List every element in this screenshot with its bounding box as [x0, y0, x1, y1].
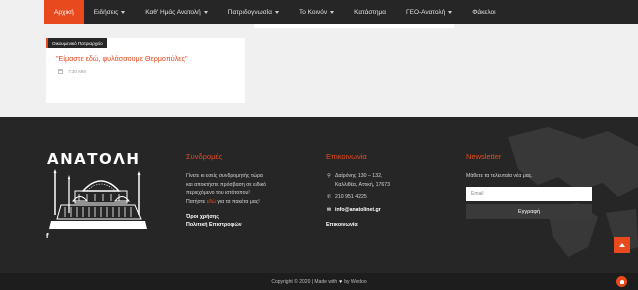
subscriptions-text: Γίνετε κι εσείς συνδρομητής τώρα και απο…	[186, 172, 266, 206]
nav-item-label: Αρχική	[54, 8, 74, 16]
nav-item-shop[interactable]: Κατάστημα	[344, 0, 396, 24]
contact-email: ✉ info@anatolinet.gr	[326, 206, 381, 215]
facebook-icon[interactable]: f	[46, 233, 49, 240]
nav-item-home[interactable]: Αρχική	[44, 0, 84, 24]
chevron-up-icon	[619, 243, 625, 247]
contact-page-link[interactable]: Επικοινωνία	[326, 222, 358, 228]
nav-item-label: Φάκελοι	[472, 8, 496, 16]
nav-item-label: ΓΕΟ-Ανατολή	[406, 8, 446, 16]
contact-title: Επικοινωνία	[326, 152, 367, 161]
nav-item-label: Το Κοινόν	[298, 8, 328, 16]
nav-item-kath-imas-anatoli[interactable]: Καθ' Ημάς Ανατολή	[135, 0, 218, 24]
article-title[interactable]: "Είμαστε εδώ, φυλάσσουμε Θερμοπύλες"	[56, 54, 188, 63]
subscriptions-title: Συνδρομές	[186, 152, 223, 161]
nav-item-news[interactable]: Ειδήσεις	[84, 0, 136, 24]
chevron-down-icon	[121, 10, 126, 14]
address-line: Δαίρόνης 130 – 132,	[335, 173, 383, 179]
subscriptions-line: περιεχόμενο του ιστότοπου!	[186, 190, 250, 196]
phone-icon: ✆	[326, 194, 332, 200]
nav-item-label: Πατριδογνωσία	[227, 8, 272, 16]
chevron-down-icon	[448, 10, 453, 14]
copyright-text: Copyright © 2020 | Made with	[271, 278, 338, 285]
subscriptions-line: Πατήστε εδώ για τα πακέτα μας!	[186, 198, 266, 207]
article-card: Οικουμενικό Πατριαρχείο "Είμαστε εδώ, φυ…	[46, 38, 245, 103]
site-logo[interactable]: ΑΝΑΤΟΛΗ	[47, 150, 140, 168]
site-footer: ΑΝΑΤΟΛΗ f Συνδρομές Γίνετε κι εσείς συνδ…	[0, 117, 638, 273]
newsletter-subscribe-button[interactable]: Εγγραφή	[466, 204, 592, 219]
terms-link[interactable]: Όροι χρήσης	[186, 214, 219, 220]
article-card-bottom-edge	[254, 24, 454, 28]
copyright-by: by	[344, 278, 350, 285]
chevron-down-icon	[203, 10, 208, 14]
newsletter-title: Newsletter	[466, 152, 502, 161]
hagia-sophia-illustration	[49, 169, 147, 229]
nav-item-label: Κατάστημα	[354, 8, 387, 16]
subscriptions-line: Γίνετε κι εσείς συνδρομητής τώρα	[186, 173, 263, 179]
contact-address-text: Δαίρόνης 130 – 132, Καλλιθέα, Αττική, 17…	[335, 172, 390, 189]
subscriptions-here-link[interactable]: εδώ	[207, 199, 216, 205]
copyright-bar: Copyright © 2020 | Made with ♥ by Wedoo	[0, 273, 638, 290]
contact-phone: ✆ 210 951 4225	[326, 193, 367, 202]
notification-bell-icon[interactable]	[616, 276, 627, 287]
category-tag[interactable]: Οικουμενικό Πατριαρχείο	[46, 38, 107, 48]
subscriptions-line: και αποκτήστε πρόσβαση σε ειδικό	[186, 181, 267, 188]
heart-icon: ♥	[339, 278, 343, 285]
email-address[interactable]: info@anatolinet.gr	[335, 206, 381, 215]
returns-policy-link[interactable]: Πολιτική Επιστροφών	[186, 222, 242, 228]
envelope-icon: ✉	[326, 207, 332, 213]
phone-number[interactable]: 210 951 4225	[335, 193, 367, 202]
chevron-down-icon	[330, 10, 335, 14]
nav-item-patridognosia[interactable]: Πατριδογνωσία	[218, 0, 289, 24]
map-marker-icon: ⚲	[327, 173, 331, 179]
address-line: Καλλιθέα, Αττική, 17673	[335, 181, 391, 188]
calendar-icon	[58, 69, 63, 74]
nav-item-geo-anatoli[interactable]: ΓΕΟ-Ανατολή	[396, 0, 462, 24]
main-content: Οικουμενικό Πατριαρχείο "Είμαστε εδώ, φυ…	[0, 24, 638, 117]
bell-shape	[619, 279, 624, 284]
back-to-top-button[interactable]	[614, 237, 630, 253]
copyright-brand-link[interactable]: Wedoo	[351, 279, 367, 285]
newsletter-subtitle: Μάθετε τα τελευταία νέα μας.	[466, 173, 533, 179]
nav-item-folders[interactable]: Φάκελοι	[462, 0, 505, 24]
main-navigation: Αρχική Ειδήσεις Καθ' Ημάς Ανατολή Πατριδ…	[44, 0, 638, 24]
newsletter-email-input[interactable]	[466, 187, 592, 201]
subscriptions-line-prefix: Πατήστε	[186, 198, 207, 205]
contact-address: ⚲ Δαίρόνης 130 – 132, Καλλιθέα, Αττική, …	[326, 172, 390, 189]
nav-item-to-koinon[interactable]: Το Κοινόν	[289, 0, 344, 24]
article-meta: 7:30 ΜΜ	[58, 69, 86, 74]
article-time: 7:30 ΜΜ	[68, 69, 86, 74]
subscriptions-line-suffix: για τα πακέτα μας!	[215, 198, 260, 205]
nav-item-label: Ειδήσεις	[93, 8, 119, 16]
nav-item-label: Καθ' Ημάς Ανατολή	[145, 8, 201, 16]
chevron-down-icon	[274, 10, 279, 14]
